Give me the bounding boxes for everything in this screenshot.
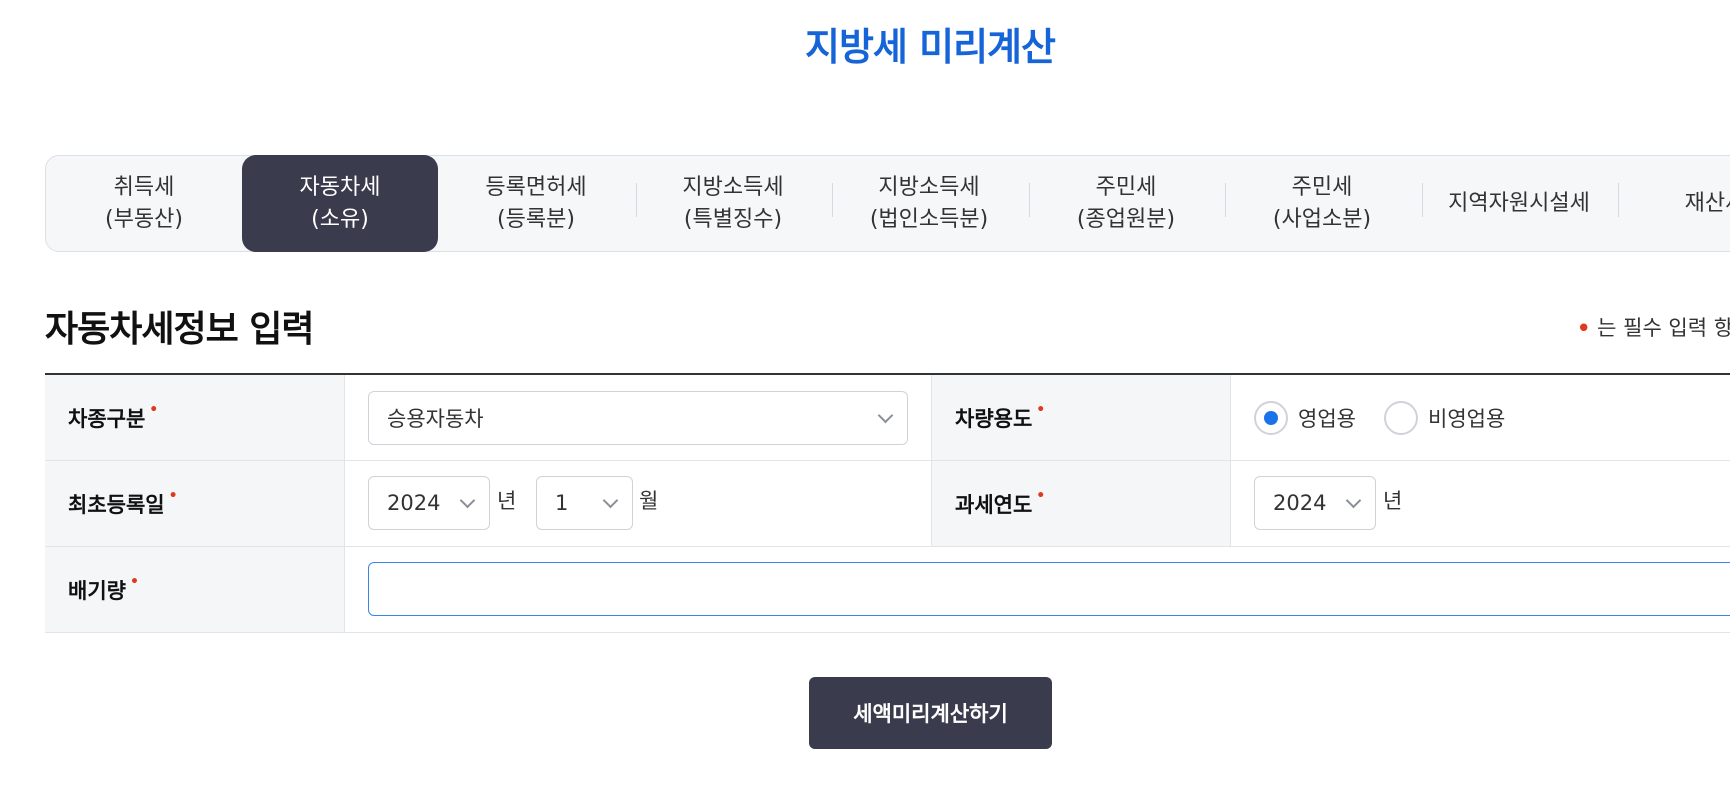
tab-label: 지역자원시설세 [1448,190,1590,216]
displacement-label: 배기량 • [45,547,345,632]
select-value: 1 [555,491,569,515]
required-marker: • [1036,401,1046,418]
tax-year-select[interactable]: 2024 [1254,476,1376,530]
first-registration-label: 최초등록일 • [45,461,345,546]
tab-label: 지방소득세 [878,174,980,200]
required-note-text: 는 필수 입력 항목 [1597,316,1730,340]
tab-sublabel: (소유) [311,206,369,232]
tab-label: 취득세 [113,174,175,200]
tax-type-tabs: 취득세 (부동산) 자동차세 (소유) 등록면허세 (등록분) 지방소득세 (특… [45,155,1730,252]
tab-label: 주민세 [1095,174,1157,200]
select-value: 2024 [387,491,441,515]
radio-button[interactable] [1384,401,1418,435]
select-value: 2024 [1273,491,1327,515]
vehicle-use-label: 차량용도 • [931,375,1231,460]
required-marker: • [1577,316,1591,340]
chevron-down-icon [877,407,894,424]
year-unit: 년 [1383,489,1403,513]
tab-resident-tax-employee[interactable]: 주민세 (종업원분) [1028,155,1224,252]
tab-label: 지방소득세 [682,174,784,200]
radio-label: 영업용 [1298,407,1356,431]
label-text: 과세연도 [955,492,1033,517]
tab-sublabel: (법인소득분) [869,206,989,232]
form-row: 배기량 • [45,547,1730,633]
tax-year-label: 과세연도 • [931,461,1231,546]
required-marker: • [129,573,139,590]
chevron-down-icon [1345,492,1362,509]
label-text: 최초등록일 [68,492,165,517]
required-note: • 는 필수 입력 항목 [1577,312,1730,342]
tab-label: 주민세 [1291,174,1353,200]
tab-regional-resource-facility-tax[interactable]: 지역자원시설세 [1421,155,1617,252]
year-unit: 년 [497,489,517,513]
chevron-down-icon [459,492,476,509]
tab-label: 등록면허세 [485,174,587,200]
label-text: 차종구분 [68,406,146,431]
registration-year-select[interactable]: 2024 [368,476,490,530]
form-row: 최초등록일 • 2024 년 1 월 과세연도 • 2024 년 [45,461,1730,547]
radio-label: 비영업용 [1428,407,1506,431]
page-title: 지방세 미리계산 [805,25,1056,69]
required-marker: • [149,401,159,418]
displacement-input[interactable] [368,562,1730,616]
tab-resident-tax-business[interactable]: 주민세 (사업소분) [1224,155,1420,252]
section-title: 자동차세정보 입력 [45,309,314,350]
tab-property-tax[interactable]: 재산세 [1617,155,1730,252]
required-marker: • [168,487,178,504]
page: 지방세 미리계산 취득세 (부동산) 자동차세 (소유) 등록면허세 (등록분)… [0,0,1730,793]
tab-sublabel: (등록분) [497,206,575,232]
vehicle-tax-form: 차종구분 • 승용자동차 차량용도 • 영업용 비영업용 최초등록일 • 202… [45,373,1730,633]
select-value: 승용자동차 [387,407,484,431]
form-row: 차종구분 • 승용자동차 차량용도 • 영업용 비영업용 [45,375,1730,461]
radio-commercial[interactable]: 영업용 [1254,401,1356,435]
vehicle-type-select[interactable]: 승용자동차 [368,391,908,445]
tab-sublabel: (종업원분) [1076,206,1176,232]
tab-sublabel: (사업소분) [1272,206,1372,232]
tab-registration-license-tax[interactable]: 등록면허세 (등록분) [438,155,634,252]
tab-local-income-tax-corporate[interactable]: 지방소득세 (법인소득분) [831,155,1027,252]
label-text: 차량용도 [955,406,1033,431]
radio-button-checked[interactable] [1254,401,1288,435]
tab-local-income-tax-withholding[interactable]: 지방소득세 (특별징수) [635,155,831,252]
radio-non-commercial[interactable]: 비영업용 [1384,401,1505,435]
chevron-down-icon [602,492,619,509]
tab-label: 자동차세 [299,174,381,200]
calculate-tax-button[interactable]: 세액미리계산하기 [809,677,1052,749]
vehicle-type-label: 차종구분 • [45,375,345,460]
tab-sublabel: (특별징수) [683,206,783,232]
tab-sublabel: (부동산) [105,206,183,232]
label-text: 배기량 [68,578,126,603]
tab-label: 재산세 [1684,190,1730,216]
tab-acquisition-tax[interactable]: 취득세 (부동산) [46,155,242,252]
registration-month-select[interactable]: 1 [536,476,633,530]
required-marker: • [1036,487,1046,504]
month-unit: 월 [639,489,659,513]
tab-vehicle-tax[interactable]: 자동차세 (소유) [242,155,438,252]
